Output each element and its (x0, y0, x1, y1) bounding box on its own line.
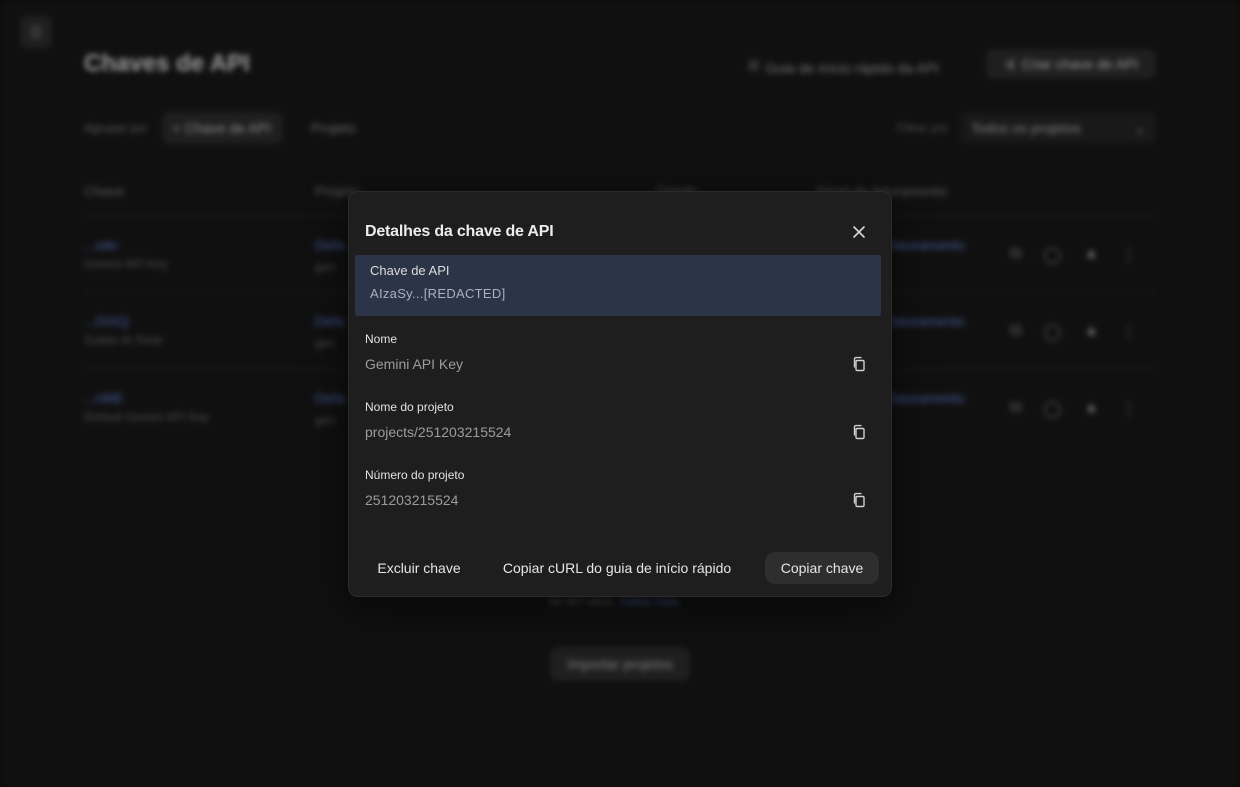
project-number-value: 251203215524 (365, 492, 459, 508)
copy-key-button[interactable]: Copiar chave (765, 552, 879, 584)
api-key-label: Chave de API (370, 263, 450, 278)
copy-project-name-icon[interactable] (849, 422, 869, 442)
delete-key-button[interactable]: Excluir chave (363, 552, 475, 584)
close-icon[interactable] (847, 220, 871, 244)
api-key-field[interactable]: Chave de API AIzaSy...[REDACTED] (355, 255, 881, 316)
name-label: Nome (365, 332, 398, 346)
copy-project-number-icon[interactable] (849, 490, 869, 510)
dialog-title: Detalhes da chave de API (365, 223, 554, 240)
api-key-value: AIzaSy...[REDACTED] (370, 286, 506, 301)
copy-curl-button[interactable]: Copiar cURL do guia de início rápido (489, 552, 745, 584)
project-name-value: projects/251203215524 (365, 424, 512, 440)
project-name-label: Nome do projeto (365, 400, 454, 414)
api-key-details-dialog: Detalhes da chave de API Chave de API AI… (348, 191, 892, 597)
project-number-label: Número do projeto (365, 468, 465, 482)
copy-name-icon[interactable] (849, 354, 869, 374)
name-value: Gemini API Key (365, 356, 464, 372)
